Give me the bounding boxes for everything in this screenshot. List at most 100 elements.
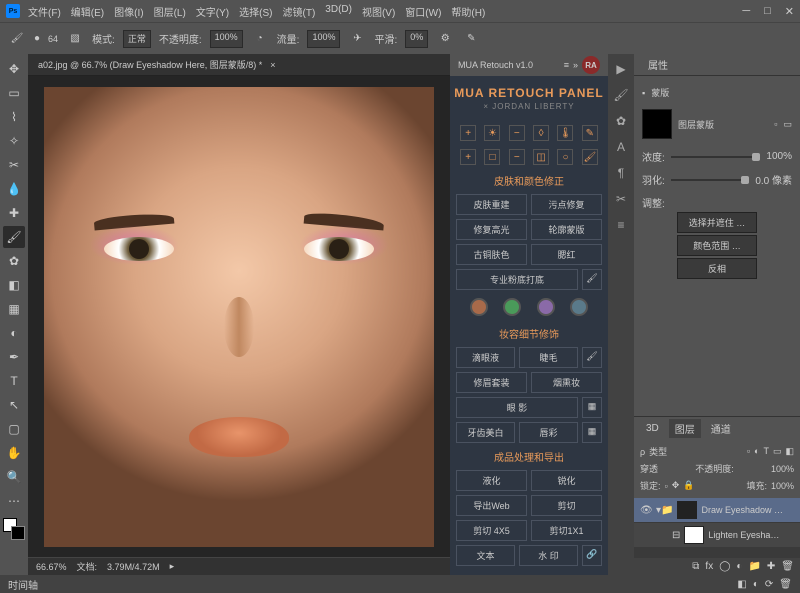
menu-select[interactable]: 选择(S) <box>239 4 272 19</box>
heal-tool-icon[interactable]: ✚ <box>3 202 25 224</box>
pressure-opacity-icon[interactable]: ◔ <box>251 30 269 48</box>
layer-thumb[interactable] <box>677 501 697 519</box>
density-value[interactable]: 100% <box>766 151 792 162</box>
tl-icon-3[interactable]: ⟳ <box>765 579 773 590</box>
filter-pixel-icon[interactable]: ▫ <box>747 446 750 457</box>
list-icon[interactable]: ≡ <box>617 218 624 232</box>
blend-mode-select[interactable]: 正常 <box>123 30 151 48</box>
btn-crop-1x1[interactable]: 剪切1X1 <box>531 520 602 541</box>
brush-tool-icon[interactable]: 🖌 <box>3 226 25 248</box>
filter-adj-icon[interactable]: ◐ <box>754 446 759 457</box>
color-dot-2[interactable] <box>503 298 521 316</box>
plus-icon[interactable]: + <box>460 125 476 141</box>
btn-lipgloss[interactable]: 唇彩 <box>519 422 578 443</box>
fill-value[interactable]: 100% <box>771 481 794 491</box>
link-layers-icon[interactable]: ⧉ <box>692 561 699 572</box>
feather-slider[interactable] <box>671 179 750 181</box>
group-icon[interactable]: 📁 <box>748 561 760 572</box>
brush-icon-2[interactable]: 🖌 <box>582 347 602 368</box>
layer-kind[interactable]: 类型 <box>649 445 667 458</box>
maximize-icon[interactable]: □ <box>764 5 771 18</box>
btn-lash[interactable]: 睫毛 <box>519 347 578 368</box>
color-dot-3[interactable] <box>537 298 555 316</box>
canvas[interactable] <box>28 76 450 557</box>
box-icon[interactable]: □ <box>484 149 500 165</box>
invert-button[interactable]: 反相 <box>677 258 757 279</box>
filter-type-icon[interactable]: T <box>763 446 769 457</box>
menu-type[interactable]: 文字(Y) <box>196 4 229 19</box>
flow-input[interactable]: 100% <box>307 30 340 48</box>
btn-eyedrop[interactable]: 滴眼液 <box>456 347 515 368</box>
menu-filter[interactable]: 滤镜(T) <box>283 4 316 19</box>
grid-icon[interactable]: ▦ <box>582 397 602 418</box>
btn-crop-4x5[interactable]: 剪切 4X5 <box>456 520 527 541</box>
btn-crop[interactable]: 剪切 <box>531 495 602 516</box>
btn-foundation[interactable]: 专业粉底打底 <box>456 269 578 290</box>
menu-file[interactable]: 文件(F) <box>28 4 61 19</box>
eyedropper-tool-icon[interactable]: 💧 <box>3 178 25 200</box>
lock-pixels-icon[interactable]: ▫ <box>665 481 668 491</box>
marquee-tool-icon[interactable]: ▭ <box>3 82 25 104</box>
mask-add-icon[interactable]: ◯ <box>719 561 730 572</box>
btn-liquify[interactable]: 液化 <box>456 470 527 491</box>
gradient-tool-icon[interactable]: ▦ <box>3 298 25 320</box>
brush-size[interactable]: 64 <box>48 34 58 44</box>
stamp-tool-icon[interactable]: ✿ <box>3 250 25 272</box>
minus2-icon[interactable]: − <box>509 149 525 165</box>
tl-icon-1[interactable]: ◧ <box>737 579 746 590</box>
menu-image[interactable]: 图像(I) <box>114 4 143 19</box>
feather-value[interactable]: 0.0 像素 <box>755 172 792 187</box>
grid-icon-2[interactable]: ▦ <box>582 422 602 443</box>
wand-tool-icon[interactable]: ✧ <box>3 130 25 152</box>
menu-view[interactable]: 视图(V) <box>362 4 395 19</box>
status-arrow-icon[interactable]: ▸ <box>170 561 175 572</box>
sun-icon[interactable]: ☀ <box>484 125 500 141</box>
lock-all-icon[interactable]: 🔒 <box>683 480 694 491</box>
shape-tool-icon[interactable]: ▢ <box>3 418 25 440</box>
menu-edit[interactable]: 编辑(E) <box>71 4 104 19</box>
brush-small-icon[interactable]: 🖌 <box>582 269 602 290</box>
btn-sharpen[interactable]: 锐化 <box>531 470 602 491</box>
link-icon[interactable]: 🔗 <box>582 545 602 566</box>
plus2-icon[interactable]: + <box>460 149 476 165</box>
smooth-input[interactable]: 0% <box>405 30 428 48</box>
plugin-menu-icon[interactable]: ≡ <box>564 60 569 70</box>
brush-icon[interactable]: 🖌 <box>582 149 598 165</box>
close-icon[interactable]: ✕ <box>785 5 794 18</box>
pixel-mask-icon[interactable]: ▫ <box>774 119 777 129</box>
tab-channels[interactable]: 通道 <box>705 419 737 438</box>
btn-eyeshadow[interactable]: 眼 影 <box>456 397 578 418</box>
adjustment-icon[interactable]: ◐ <box>736 561 742 572</box>
zoom-tool-icon[interactable]: 🔍 <box>3 466 25 488</box>
filter-smart-icon[interactable]: ◧ <box>785 446 794 457</box>
vector-mask-icon[interactable]: ▭ <box>783 119 792 130</box>
eraser-icon[interactable]: ◫ <box>533 149 549 165</box>
filter-shape-icon[interactable]: ▭ <box>773 446 782 457</box>
opacity-input[interactable]: 100% <box>210 30 243 48</box>
drop-icon[interactable]: ◊ <box>533 125 549 141</box>
circle-icon[interactable]: ○ <box>557 149 573 165</box>
thermo-icon[interactable]: 🌡 <box>557 125 573 141</box>
gear-icon[interactable]: ⚙ <box>436 30 454 48</box>
layer-name[interactable]: Draw Eyeshadow … <box>701 505 794 515</box>
select-and-mask-button[interactable]: 选择并遮住 … <box>677 212 757 233</box>
brush-preset-icon[interactable]: ● <box>34 33 40 44</box>
char-panel-icon[interactable]: A <box>617 140 625 154</box>
play-icon[interactable]: ▶ <box>616 62 625 76</box>
airbrush-icon[interactable]: ✈ <box>348 30 366 48</box>
btn-watermark[interactable]: 水 印 <box>519 545 578 566</box>
btn-rebuild-skin[interactable]: 皮肤重建 <box>456 194 527 215</box>
crop-tool-icon[interactable]: ✂ <box>3 154 25 176</box>
btn-spot-fix[interactable]: 污点修复 <box>531 194 602 215</box>
move-tool-icon[interactable]: ✥ <box>3 58 25 80</box>
mask-thumb[interactable] <box>642 109 672 139</box>
document-tab[interactable]: a02.jpg @ 66.7% (Draw Eyeshadow Here, 图层… <box>28 54 450 76</box>
brush-panel-icon[interactable]: ▧ <box>66 30 84 48</box>
blend-mode[interactable]: 穿透 <box>640 462 658 475</box>
tab-layers[interactable]: 图层 <box>669 419 701 438</box>
minus-icon[interactable]: − <box>509 125 525 141</box>
btn-smokey[interactable]: 烟熏妆 <box>531 372 602 393</box>
lasso-tool-icon[interactable]: ⌇ <box>3 106 25 128</box>
menu-window[interactable]: 窗口(W) <box>405 4 441 19</box>
minimize-icon[interactable]: ─ <box>742 5 750 18</box>
